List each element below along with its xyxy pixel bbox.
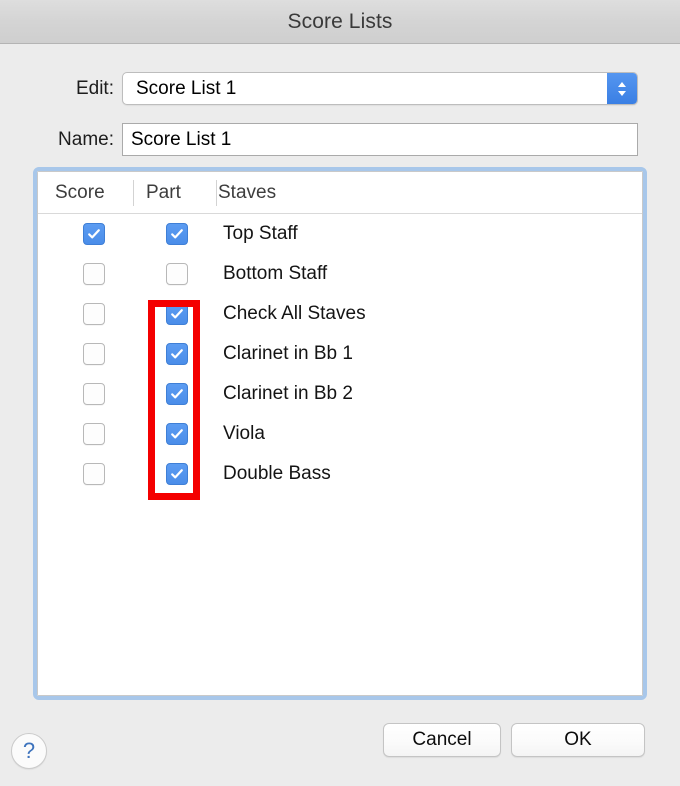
stave-name-label: Clarinet in Bb 2	[223, 383, 353, 404]
score-checkbox-cell[interactable]	[55, 334, 133, 374]
table-row[interactable]: Top Staff	[38, 214, 642, 254]
part-checkbox-checked[interactable]	[166, 343, 188, 365]
score-checkbox-unchecked[interactable]	[83, 263, 105, 285]
stave-name-label: Viola	[223, 423, 265, 444]
part-checkbox-cell[interactable]	[146, 414, 208, 454]
score-checkbox-cell[interactable]	[55, 294, 133, 334]
edit-popup-value: Score List 1	[136, 77, 237, 99]
edit-popup-button[interactable]: Score List 1	[122, 72, 638, 105]
ok-button[interactable]: OK	[511, 723, 645, 757]
score-checkbox-cell[interactable]	[55, 254, 133, 294]
edit-label: Edit:	[75, 77, 114, 99]
part-checkbox-checked[interactable]	[166, 383, 188, 405]
column-divider[interactable]	[216, 180, 217, 206]
table-row[interactable]: Viola	[38, 414, 642, 454]
part-checkbox-checked[interactable]	[166, 463, 188, 485]
table-row[interactable]: Clarinet in Bb 1	[38, 334, 642, 374]
score-checkbox-cell[interactable]	[55, 214, 133, 254]
part-checkbox-checked[interactable]	[166, 423, 188, 445]
score-lists-dialog: Score Lists Edit: Score List 1 Name: Sco…	[0, 0, 680, 786]
table-row[interactable]: Clarinet in Bb 2	[38, 374, 642, 414]
column-header-staves[interactable]: Staves	[218, 172, 338, 213]
part-checkbox-cell[interactable]	[146, 334, 208, 374]
stave-name-label: Bottom Staff	[223, 263, 328, 284]
table-row[interactable]: Check All Staves	[38, 294, 642, 334]
staves-table-focus-ring: Score Part Staves Top Staff Bottom Staff…	[33, 167, 647, 700]
edit-row: Edit: Score List 1	[0, 72, 638, 105]
score-checkbox-unchecked[interactable]	[83, 423, 105, 445]
stave-name-label: Check All Staves	[223, 303, 366, 324]
table-row[interactable]: Double Bass	[38, 454, 642, 494]
table-row[interactable]: Bottom Staff	[38, 254, 642, 294]
column-divider[interactable]	[133, 180, 134, 206]
part-checkbox-cell[interactable]	[146, 454, 208, 494]
part-checkbox-cell[interactable]	[146, 294, 208, 334]
part-checkbox-checked[interactable]	[166, 303, 188, 325]
question-mark-icon: ?	[22, 738, 36, 763]
name-input-value: Score List 1	[131, 128, 232, 150]
stave-name-label: Double Bass	[223, 463, 331, 484]
score-checkbox-cell[interactable]	[55, 454, 133, 494]
score-checkbox-unchecked[interactable]	[83, 463, 105, 485]
part-checkbox-cell[interactable]	[146, 214, 208, 254]
stave-name-label: Top Staff	[223, 223, 298, 244]
cancel-button[interactable]: Cancel	[383, 723, 501, 757]
part-checkbox-checked[interactable]	[166, 223, 188, 245]
stave-name-label: Clarinet in Bb 1	[223, 343, 353, 364]
part-checkbox-cell[interactable]	[146, 254, 208, 294]
name-label: Name:	[58, 128, 114, 150]
score-checkbox-unchecked[interactable]	[83, 383, 105, 405]
staves-table-header: Score Part Staves	[38, 172, 642, 214]
window-titlebar: Score Lists	[0, 0, 680, 44]
window-title: Score Lists	[287, 10, 393, 33]
score-checkbox-checked[interactable]	[83, 223, 105, 245]
name-input[interactable]: Score List 1	[122, 123, 638, 156]
score-checkbox-cell[interactable]	[55, 414, 133, 454]
name-row: Name: Score List 1	[0, 123, 638, 156]
score-checkbox-cell[interactable]	[55, 374, 133, 414]
staves-table-body: Top Staff Bottom Staff Check All Staves …	[38, 214, 642, 494]
part-checkbox-cell[interactable]	[146, 374, 208, 414]
column-header-score[interactable]: Score	[55, 172, 133, 213]
score-checkbox-unchecked[interactable]	[83, 343, 105, 365]
staves-table: Score Part Staves Top Staff Bottom Staff…	[37, 171, 643, 696]
column-header-part[interactable]: Part	[146, 172, 208, 213]
stepper-chevrons-icon[interactable]	[607, 73, 637, 104]
score-checkbox-unchecked[interactable]	[83, 303, 105, 325]
help-button[interactable]: ?	[11, 733, 47, 769]
part-checkbox-unchecked[interactable]	[166, 263, 188, 285]
